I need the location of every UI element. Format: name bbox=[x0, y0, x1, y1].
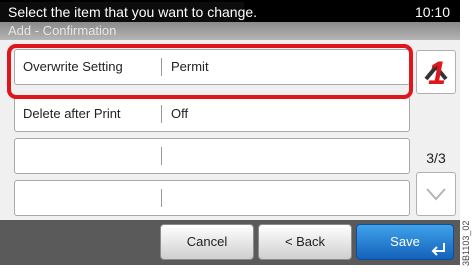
list-item-empty bbox=[14, 180, 410, 216]
divider bbox=[161, 105, 162, 123]
save-label: Save bbox=[390, 234, 420, 249]
callout-label: 1 bbox=[428, 57, 446, 87]
scroll-down-button[interactable] bbox=[416, 172, 456, 216]
divider bbox=[161, 189, 162, 207]
page-indicator: 3/3 bbox=[426, 150, 446, 166]
divider bbox=[161, 147, 162, 165]
item-value: Permit bbox=[171, 59, 209, 74]
item-value: Off bbox=[171, 106, 189, 121]
divider bbox=[161, 58, 162, 76]
item-name: Overwrite Setting bbox=[23, 59, 123, 74]
back-button[interactable]: < Back bbox=[258, 224, 352, 260]
cancel-button[interactable]: Cancel bbox=[160, 224, 254, 260]
list-item-empty bbox=[14, 138, 410, 174]
touch-panel: Select the item that you want to change.… bbox=[0, 0, 460, 265]
save-button[interactable]: Save bbox=[356, 224, 454, 260]
chevron-down-icon bbox=[426, 188, 446, 201]
figure-code-text: 3B1103_02 bbox=[461, 220, 471, 266]
figure-code: 3B1103_02 bbox=[461, 200, 473, 270]
callout-number-1: 1 bbox=[428, 57, 446, 87]
title-bar: Select the item that you want to change.… bbox=[0, 0, 460, 22]
button-bar: Cancel < Back Save bbox=[0, 220, 460, 265]
instruction-text: Select the item that you want to change. bbox=[0, 2, 257, 22]
list-item-delete-after-print[interactable]: Delete after Print Off bbox=[14, 96, 410, 132]
list-item-overwrite-setting[interactable]: Overwrite Setting Permit bbox=[14, 49, 410, 85]
subtitle-bar: Add - Confirmation bbox=[0, 22, 460, 40]
enter-icon bbox=[431, 243, 445, 256]
item-name: Delete after Print bbox=[23, 106, 121, 121]
screen-subtitle: Add - Confirmation bbox=[8, 23, 117, 38]
clock: 10:10 bbox=[414, 4, 450, 20]
